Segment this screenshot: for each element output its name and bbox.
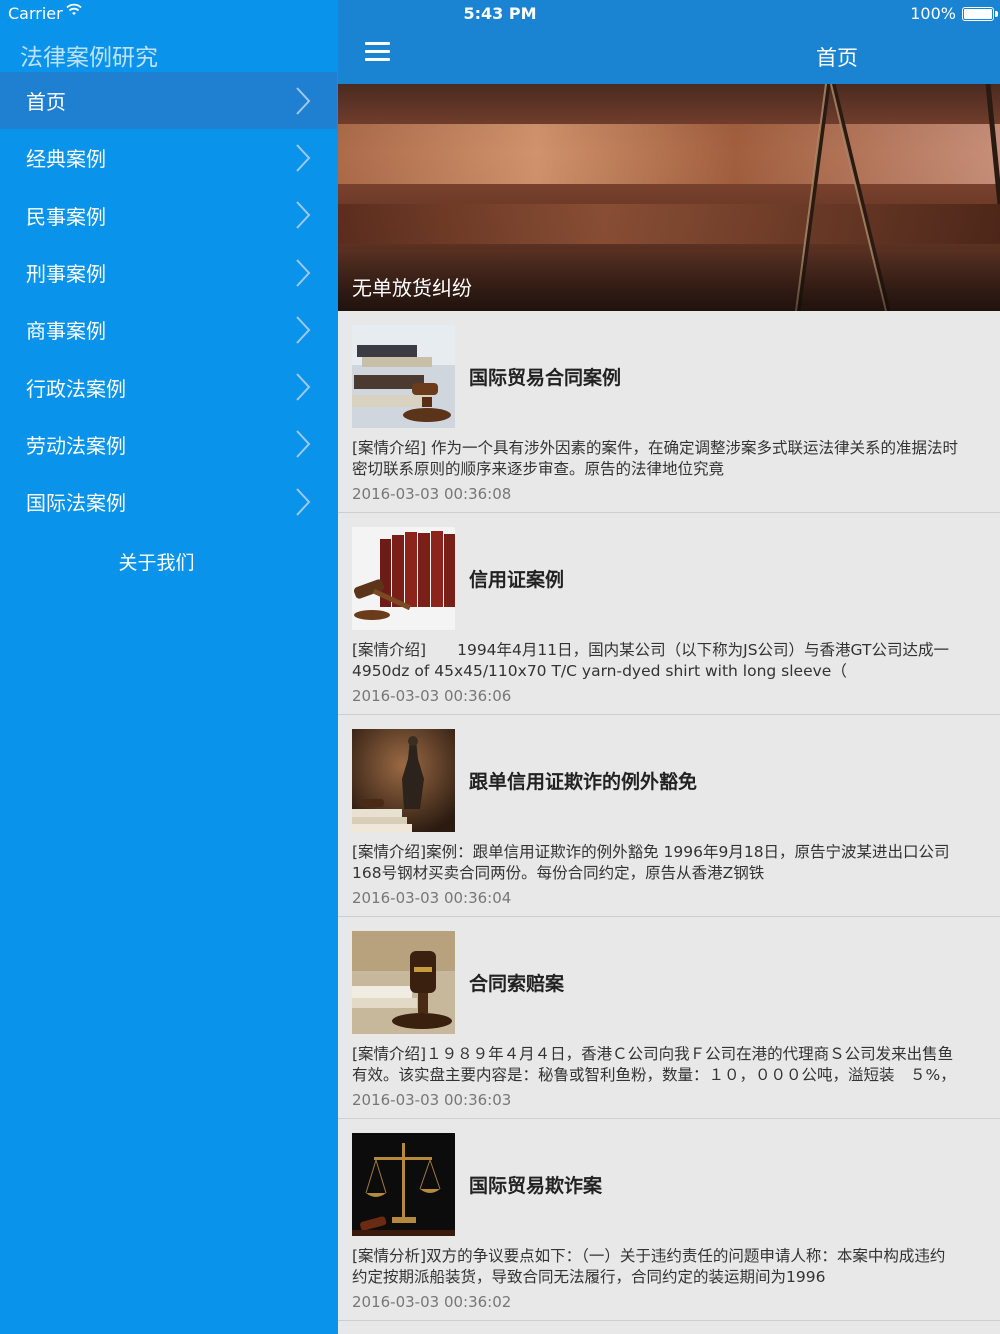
article-title: 信用证案例 bbox=[469, 569, 565, 591]
article-title: 国际贸易欺诈案 bbox=[469, 1175, 603, 1197]
article-date: 2016-03-03 00:36:02 bbox=[352, 1293, 512, 1311]
article-summary: [案情介绍] 1994年4月11日，国内某公司（以下称为JS公司）与香港GT公司… bbox=[352, 641, 949, 680]
chevron-right-icon bbox=[296, 316, 311, 344]
chevron-right-icon bbox=[296, 373, 311, 401]
hamburger-icon[interactable] bbox=[365, 42, 390, 64]
article-summary: [案情介绍] 作为一个具有涉外因素的案件，在确定调整涉案多式联运法律关系的准据法… bbox=[352, 439, 959, 478]
list-item[interactable]: 合同索赔案 [案情介绍]１９８９年４月４日，香港Ｃ公司向我Ｆ公司在港的代理商Ｓ公… bbox=[338, 917, 1000, 1119]
chevron-right-icon bbox=[296, 488, 311, 516]
article-thumbnail bbox=[352, 1133, 455, 1236]
sidebar-item-labor[interactable]: 劳动法案例 bbox=[0, 416, 337, 473]
battery-icon bbox=[962, 7, 998, 21]
article-thumbnail bbox=[352, 931, 455, 1034]
sidebar-item-label: 民事案例 bbox=[26, 204, 106, 229]
list-item[interactable]: 国际贸易合同案例 [案情介绍] 作为一个具有涉外因素的案件，在确定调整涉案多式联… bbox=[338, 311, 1000, 513]
article-date: 2016-03-03 00:36:06 bbox=[352, 687, 512, 705]
sidebar-item-label: 经典案例 bbox=[26, 147, 106, 172]
battery-percent: 100% bbox=[910, 4, 956, 23]
chevron-right-icon bbox=[296, 144, 311, 172]
list-item[interactable]: 国际贸易欺诈案 [案情分析]双方的争议要点如下：（一）关于违约责任的问题申请人称… bbox=[338, 1119, 1000, 1321]
sidebar-item-label: 商事案例 bbox=[26, 319, 106, 344]
sidebar-item-label: 行政法案例 bbox=[26, 376, 126, 401]
status-time: 5:43 PM bbox=[463, 4, 537, 23]
article-thumbnail bbox=[352, 729, 455, 832]
sidebar-item-label: 劳动法案例 bbox=[26, 433, 126, 458]
list-item[interactable]: 信用证案例 [案情介绍] 1994年4月11日，国内某公司（以下称为JS公司）与… bbox=[338, 513, 1000, 715]
article-title: 国际贸易合同案例 bbox=[469, 367, 622, 389]
status-bar: Carrier 5:43 PM 100% bbox=[0, 0, 1000, 28]
banner-caption: 无单放货纠纷 bbox=[352, 276, 472, 300]
sidebar-item-home[interactable]: 首页 bbox=[0, 72, 337, 130]
page-title: 首页 bbox=[816, 46, 858, 70]
sidebar-item-label: 首页 bbox=[26, 90, 66, 115]
sidebar-item-commercial[interactable]: 商事案例 bbox=[0, 301, 337, 358]
sidebar-item-international[interactable]: 国际法案例 bbox=[0, 473, 337, 530]
article-list: 国际贸易合同案例 [案情介绍] 作为一个具有涉外因素的案件，在确定调整涉案多式联… bbox=[338, 311, 1000, 1321]
sidebar-item-civil[interactable]: 民事案例 bbox=[0, 187, 337, 244]
sidebar: 法律案例研究 首页 经典案例 民事案例 刑事案例 商事案例 行政法案例 劳动法案… bbox=[0, 0, 337, 1334]
article-date: 2016-03-03 00:36:08 bbox=[352, 485, 512, 503]
chevron-right-icon bbox=[296, 258, 311, 287]
list-item[interactable]: 跟单信用证欺诈的例外豁免 [案情介绍]案例：跟单信用证欺诈的例外豁免 1996年… bbox=[338, 715, 1000, 917]
about-us-link[interactable]: 关于我们 bbox=[0, 548, 313, 575]
main-panel: 首页 无单放货纠纷 国际贸易合同案例 [案情介绍] 作为一个具有涉外因素的案件，… bbox=[338, 0, 1000, 1334]
article-summary: [案情介绍]１９８９年４月４日，香港Ｃ公司向我Ｆ公司在港的代理商Ｓ公司发来出售鱼… bbox=[352, 1045, 956, 1084]
article-thumbnail bbox=[352, 325, 455, 428]
sidebar-menu: 首页 经典案例 民事案例 刑事案例 商事案例 行政法案例 劳动法案例 国际法案例 bbox=[0, 72, 337, 530]
sidebar-item-classic[interactable]: 经典案例 bbox=[0, 129, 337, 186]
sidebar-item-label: 国际法案例 bbox=[26, 491, 126, 516]
article-date: 2016-03-03 00:36:03 bbox=[352, 1091, 512, 1109]
article-summary: [案情分析]双方的争议要点如下：（一）关于违约责任的问题申请人称：本案中构成违约… bbox=[352, 1247, 946, 1286]
article-thumbnail bbox=[352, 527, 455, 630]
article-summary: [案情介绍]案例：跟单信用证欺诈的例外豁免 1996年9月18日，原告宁波某进出… bbox=[352, 843, 950, 882]
sidebar-item-label: 刑事案例 bbox=[26, 262, 106, 287]
article-title: 跟单信用证欺诈的例外豁免 bbox=[469, 771, 698, 793]
article-date: 2016-03-03 00:36:04 bbox=[352, 889, 512, 907]
sidebar-item-criminal[interactable]: 刑事案例 bbox=[0, 244, 337, 301]
sidebar-item-administrative[interactable]: 行政法案例 bbox=[0, 358, 337, 415]
chevron-right-icon bbox=[296, 201, 311, 229]
app-title: 法律案例研究 bbox=[20, 45, 158, 71]
chevron-right-icon bbox=[296, 430, 311, 459]
chevron-right-icon bbox=[296, 86, 311, 115]
featured-banner[interactable]: 无单放货纠纷 bbox=[338, 84, 1000, 311]
article-title: 合同索赔案 bbox=[469, 973, 565, 995]
